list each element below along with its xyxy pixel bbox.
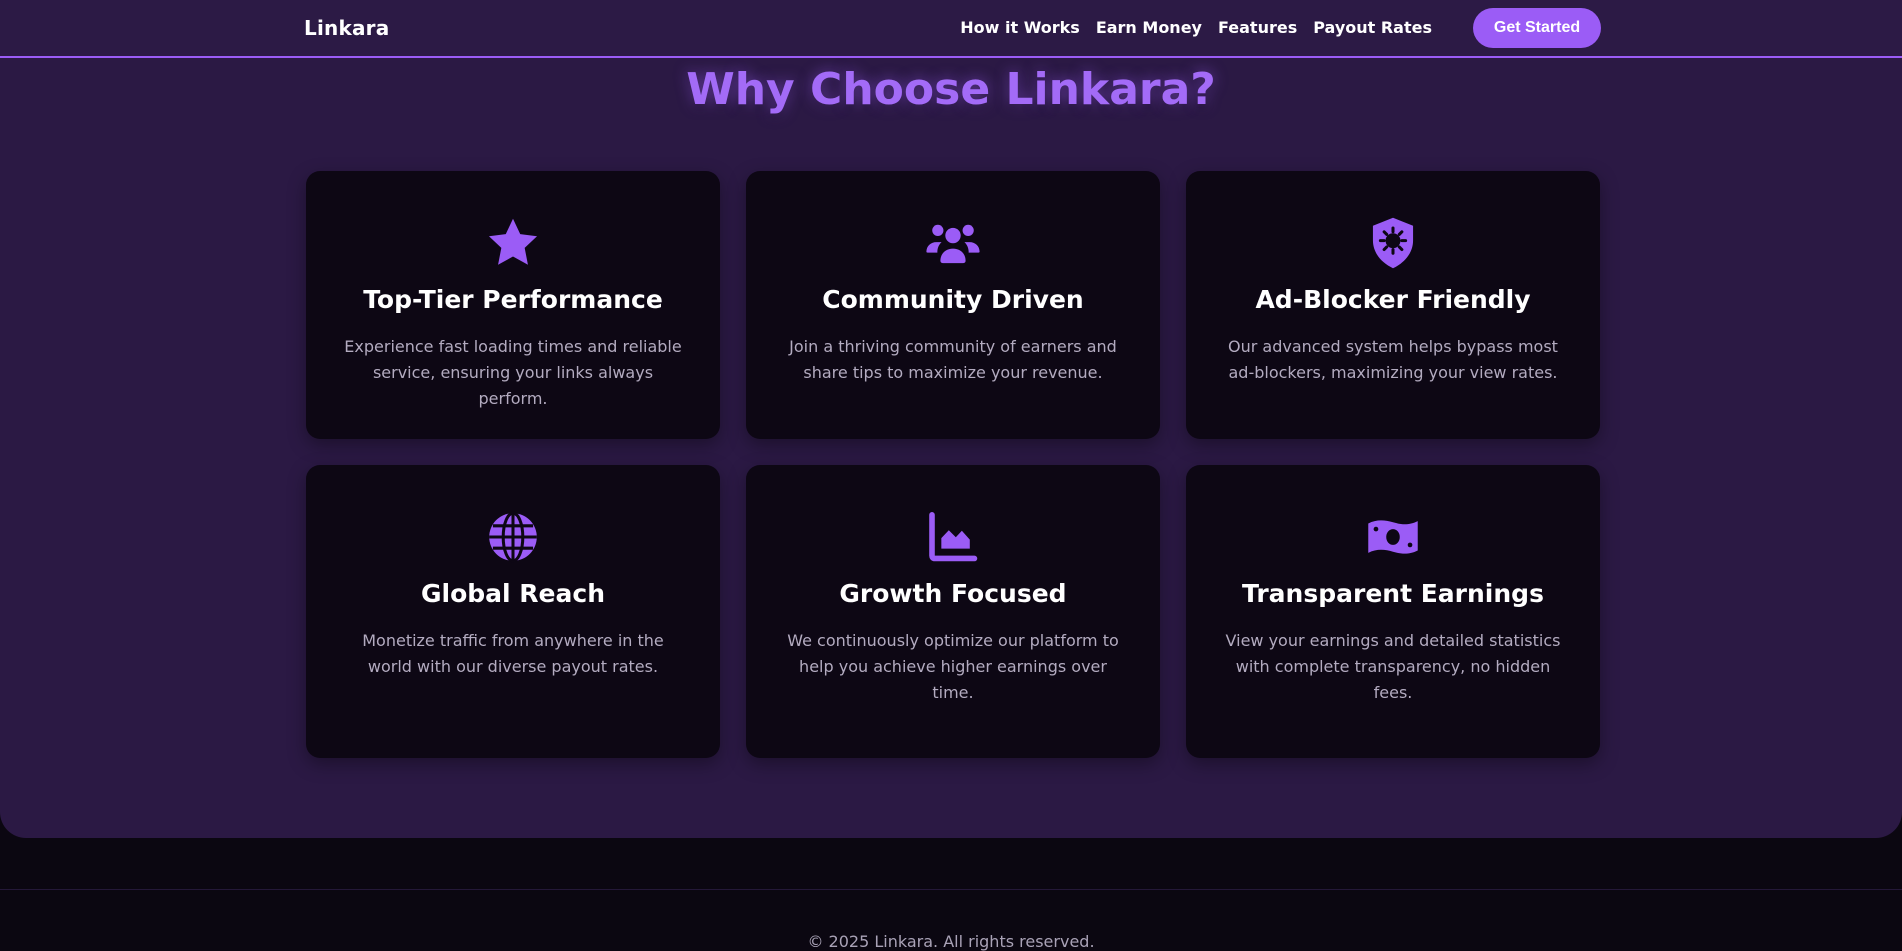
- feature-description: Join a thriving community of earners and…: [789, 337, 1117, 382]
- brand-logo[interactable]: Linkara: [304, 16, 389, 40]
- nav-link-payout-rates[interactable]: Payout Rates: [1313, 18, 1432, 37]
- main-nav: How it Works Earn Money Features Payout …: [960, 18, 1448, 37]
- feature-title: Transparent Earnings: [1242, 579, 1544, 608]
- shield-virus-icon: [1363, 213, 1423, 273]
- feature-description: Experience fast loading times and reliab…: [344, 337, 682, 408]
- feature-description: We continuously optimize our platform to…: [787, 631, 1119, 702]
- feature-card-transparent-earnings: Transparent Earnings View your earnings …: [1186, 465, 1600, 758]
- money-bill-icon: [1363, 507, 1423, 567]
- feature-title: Global Reach: [421, 579, 605, 608]
- feature-title: Ad-Blocker Friendly: [1255, 285, 1531, 314]
- globe-icon: [483, 507, 543, 567]
- feature-card-growth-focused: Growth Focused We continuously optimize …: [746, 465, 1160, 758]
- features-section: Why Choose Linkara? Top-Tier Performance…: [0, 0, 1902, 838]
- get-started-button[interactable]: Get Started: [1473, 8, 1601, 48]
- footer-copyright: © 2025 Linkara. All rights reserved.: [807, 932, 1095, 951]
- feature-card-top-tier-performance: Top-Tier Performance Experience fast loa…: [306, 171, 720, 439]
- nav-link-features[interactable]: Features: [1218, 18, 1297, 37]
- chart-area-icon: [923, 507, 983, 567]
- nav-link-how-it-works[interactable]: How it Works: [960, 18, 1080, 37]
- feature-description: View your earnings and detailed statisti…: [1225, 631, 1561, 702]
- top-navigation-bar: Linkara How it Works Earn Money Features…: [0, 0, 1902, 58]
- page: Why Choose Linkara? Top-Tier Performance…: [0, 0, 1902, 951]
- feature-card-community-driven: Community Driven Join a thriving communi…: [746, 171, 1160, 439]
- feature-title: Growth Focused: [839, 579, 1067, 608]
- footer-divider: [0, 889, 1902, 890]
- nav-link-earn-money[interactable]: Earn Money: [1096, 18, 1202, 37]
- feature-title: Community Driven: [822, 285, 1084, 314]
- star-icon: [483, 213, 543, 273]
- feature-card-ad-blocker-friendly: Ad-Blocker Friendly Our advanced system …: [1186, 171, 1600, 439]
- users-icon: [923, 213, 983, 273]
- features-grid: Top-Tier Performance Experience fast loa…: [306, 171, 1600, 758]
- section-title: Why Choose Linkara?: [686, 64, 1216, 115]
- feature-card-global-reach: Global Reach Monetize traffic from anywh…: [306, 465, 720, 758]
- feature-description: Our advanced system helps bypass most ad…: [1228, 337, 1558, 382]
- feature-title: Top-Tier Performance: [363, 285, 663, 314]
- feature-description: Monetize traffic from anywhere in the wo…: [362, 631, 664, 676]
